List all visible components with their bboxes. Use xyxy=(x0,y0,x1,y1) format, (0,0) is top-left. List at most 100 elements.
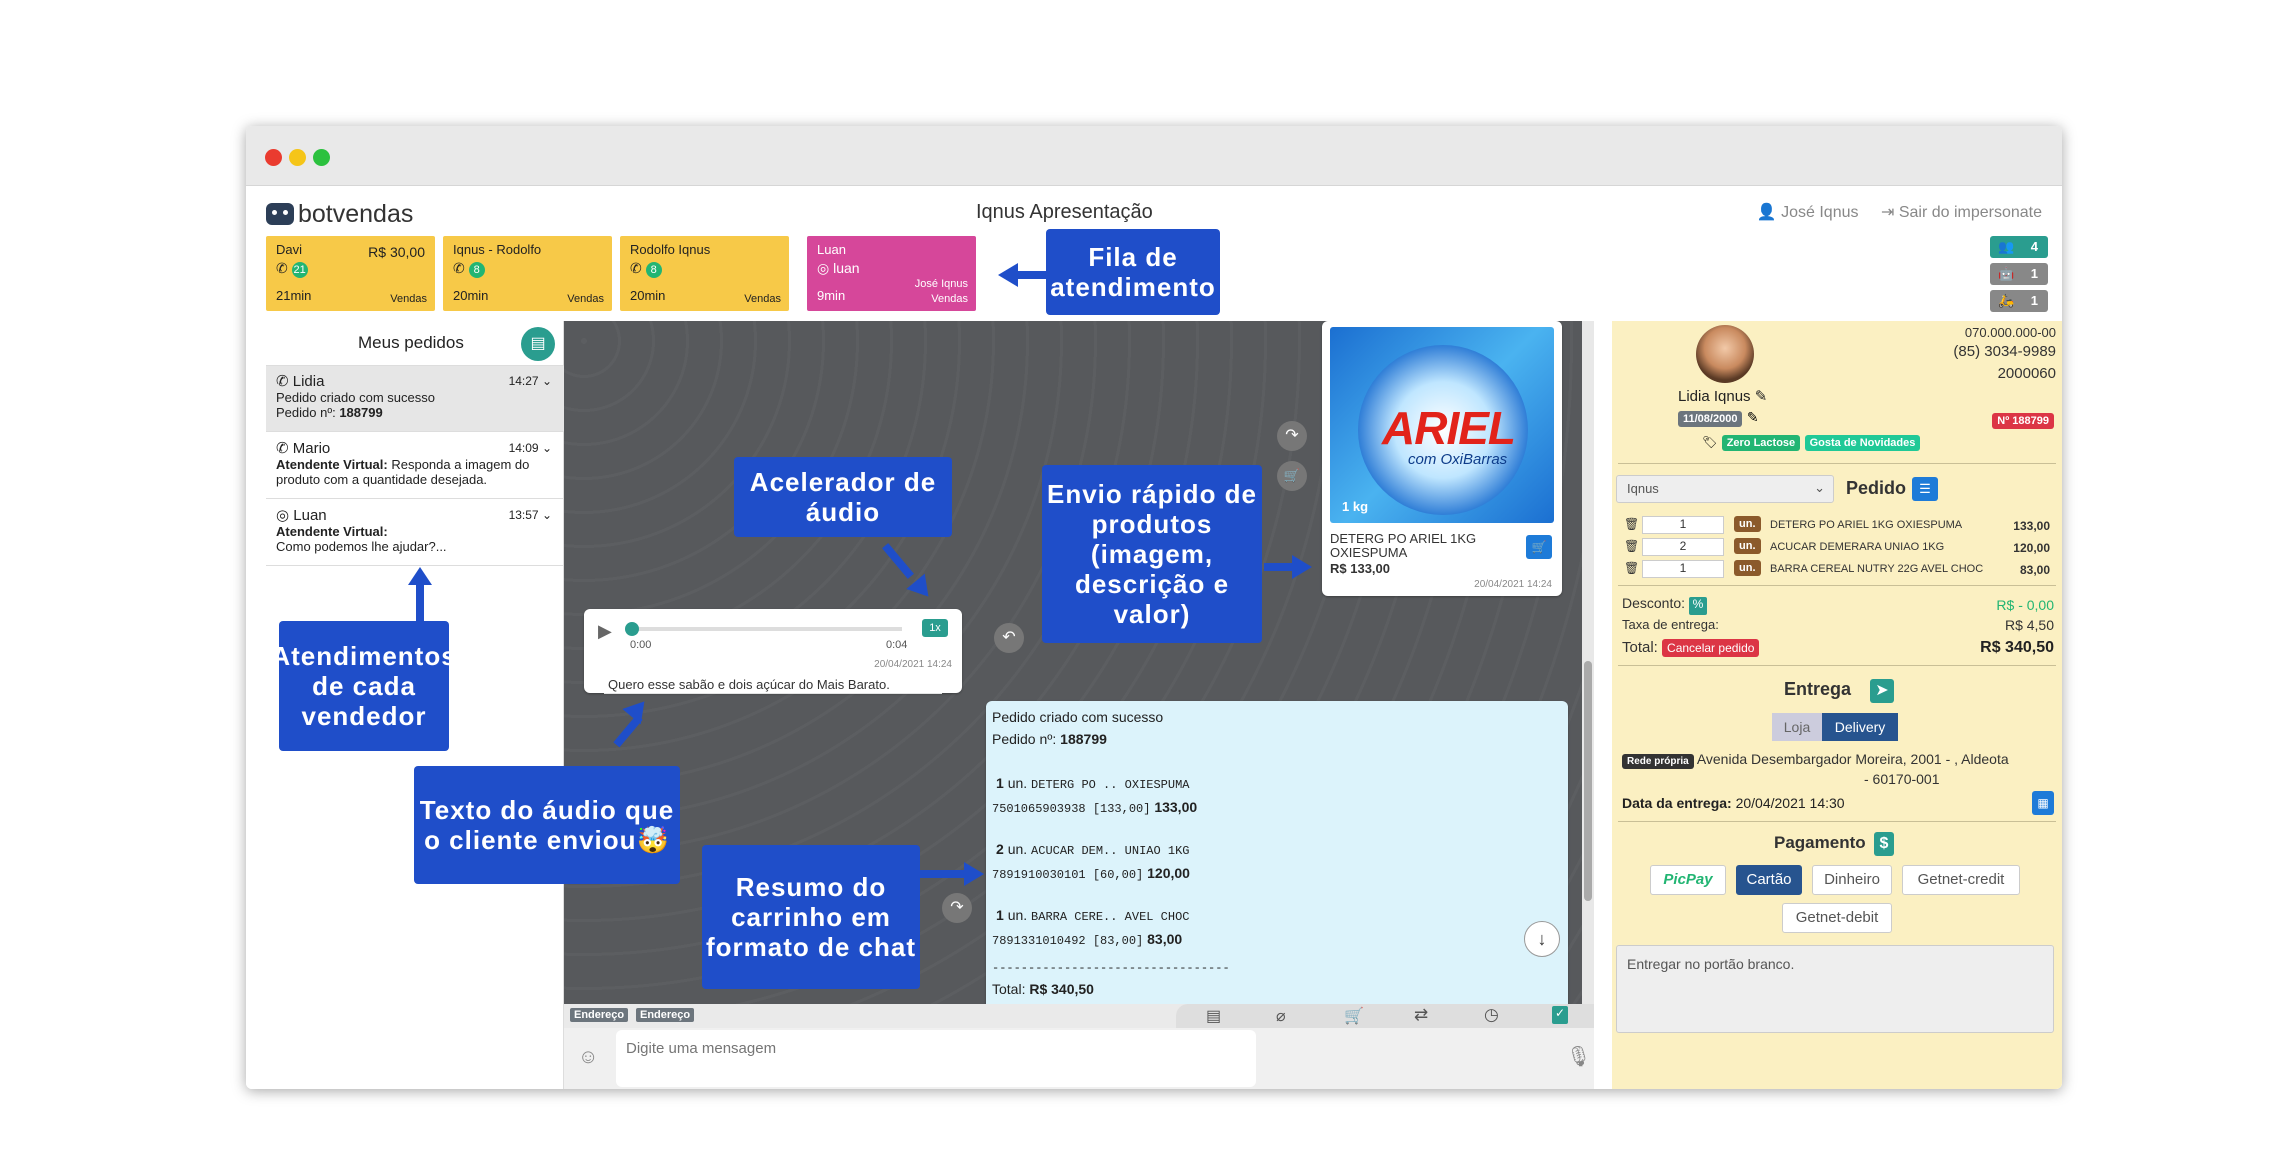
add-to-cart-icon[interactable]: 🛒 xyxy=(1526,535,1552,559)
message-input-row: ☺ 🎙 xyxy=(564,1028,1594,1089)
maximize-window-icon[interactable] xyxy=(313,149,330,166)
chevron-down-icon[interactable]: ⌄ xyxy=(542,508,552,522)
payment-picpay[interactable]: PicPay xyxy=(1650,865,1726,895)
cart-icon[interactable]: 🛒 xyxy=(1344,1006,1364,1026)
attach-icon[interactable]: ⌀ xyxy=(1276,1006,1286,1026)
message-input[interactable] xyxy=(616,1030,1256,1087)
app-window: botvendas Iqnus Apresentação 👤 José Iqnu… xyxy=(246,126,2062,1089)
address-tag[interactable]: Endereço xyxy=(570,1008,629,1022)
order-item: 🗑 2 un. ACUCAR DEMERARA UNIAO 1KG 120,00 xyxy=(1624,538,2054,558)
queue-card-luan[interactable]: Luan ◎ luan 9min José Iqnus Vendas xyxy=(807,236,976,311)
transfer-icon[interactable]: ⇄ xyxy=(1414,1005,1428,1025)
customer-panel: 070.000.000-00 (85) 3034-9989 2000060 Li… xyxy=(1612,321,2062,1089)
product-desc1: DETERG PO ARIEL 1KG xyxy=(1330,531,1477,546)
payment-cash[interactable]: Dinheiro xyxy=(1812,865,1892,895)
product-message: ARIEL com OxiBarras 1 kg DETERG PO ARIEL… xyxy=(1322,321,1562,596)
cart-icon[interactable]: 🛒 xyxy=(1277,461,1307,491)
document-icon[interactable]: ▤ xyxy=(1206,1006,1221,1026)
contact-name: Mario xyxy=(292,440,331,457)
customer-cpf: 070.000.000-00 xyxy=(1964,325,2056,340)
queue-value: R$ 30,00 xyxy=(368,244,425,260)
item-qty-input[interactable]: 2 xyxy=(1642,538,1724,556)
edit-icon[interactable]: ✎ xyxy=(1747,409,1759,425)
delivery-option-delivery[interactable]: Delivery xyxy=(1822,713,1898,741)
resumo-arrow xyxy=(920,870,966,878)
microphone-icon[interactable]: 🎙 xyxy=(1566,1044,1591,1069)
audio-transcript: Quero esse sabão e dois açúcar do Mais B… xyxy=(604,675,942,694)
summary-total-value: R$ 340,50 xyxy=(1029,981,1094,997)
user-name[interactable]: José Iqnus xyxy=(1781,204,1858,221)
send-icon[interactable]: ➤ xyxy=(1870,679,1894,703)
item-qty-input[interactable]: 1 xyxy=(1642,516,1724,534)
item-qty-input[interactable]: 1 xyxy=(1642,560,1724,578)
minimize-window-icon[interactable] xyxy=(289,149,306,166)
list-icon[interactable]: ☰ xyxy=(1912,477,1938,501)
customer-tag[interactable]: Gosta de Novidades xyxy=(1804,435,1921,451)
trash-icon[interactable]: 🗑 xyxy=(1624,539,1639,553)
counter-users[interactable]: 👥 4 xyxy=(1990,236,2048,258)
payment-card[interactable]: Cartão xyxy=(1736,865,1802,895)
chat-scrollbar[interactable] xyxy=(1582,321,1594,1004)
reply-icon[interactable]: ↶ xyxy=(994,623,1024,653)
chevron-down-icon[interactable]: ⌄ xyxy=(542,374,552,388)
conversation-luan[interactable]: ◎ Luan 13:57 ⌄ Atendente Virtual: Como p… xyxy=(266,500,564,566)
avatar[interactable] xyxy=(1696,325,1754,383)
product-image[interactable]: ARIEL com OxiBarras 1 kg xyxy=(1330,327,1554,523)
dollar-icon[interactable]: $ xyxy=(1874,832,1894,856)
item-price: 120,00 xyxy=(2013,541,2050,555)
conversation-line2: produto com a quantidade desejada. xyxy=(276,472,488,487)
audio-speed-button[interactable]: 1x xyxy=(922,619,948,637)
conversation-lidia[interactable]: ✆ Lidia 14:27 ⌄ Pedido criado com sucess… xyxy=(266,366,564,432)
order-item: 🗑 1 un. DETERG PO ARIEL 1KG OXIESPUMA 13… xyxy=(1624,516,2054,536)
queue-name: Davi xyxy=(276,242,303,257)
item-unit: un. xyxy=(1007,907,1028,923)
discount-icon[interactable]: % xyxy=(1688,597,1707,615)
conversation-mario[interactable]: ✆ Mario 14:09 ⌄ Atendente Virtual: Respo… xyxy=(266,433,564,499)
counter-value: 1 xyxy=(2030,293,2038,308)
forward-icon[interactable]: ↷ xyxy=(1277,421,1307,451)
scroll-down-icon[interactable]: ↓ xyxy=(1524,921,1560,957)
trash-icon[interactable]: 🗑 xyxy=(1624,561,1639,575)
queue-agent: José Iqnus xyxy=(914,278,968,290)
page: botvendas Iqnus Apresentação 👤 José Iqnu… xyxy=(0,0,2272,1149)
checklist-icon[interactable]: ✓ xyxy=(1552,1006,1568,1024)
chevron-down-icon[interactable]: ⌄ xyxy=(542,441,552,455)
item-total: 133,00 xyxy=(1154,799,1198,815)
edit-icon[interactable]: ✎ xyxy=(1755,388,1768,405)
queue-card-rodolfo-iqnus[interactable]: Rodolfo Iqnus ✆ 8 20min Vendas xyxy=(620,236,789,311)
total-label: Total: xyxy=(1622,639,1658,656)
queue-dept: Vendas xyxy=(390,293,427,305)
delivery-date-label: Data da entrega: xyxy=(1622,795,1732,811)
close-window-icon[interactable] xyxy=(265,149,282,166)
new-chat-icon[interactable]: ▤ xyxy=(521,327,555,361)
customer-tag[interactable]: Zero Lactose xyxy=(1721,435,1801,451)
queue-card-davi[interactable]: Davi R$ 30,00 ✆ 21 21min Vendas xyxy=(266,236,435,311)
forward-icon[interactable]: ↷ xyxy=(942,893,972,923)
payment-getnet-debit[interactable]: Getnet-debit xyxy=(1782,903,1892,933)
address-tag[interactable]: Endereço xyxy=(636,1008,695,1022)
delivery-title: Entrega xyxy=(1784,679,1852,699)
counter-delivery[interactable]: 🛵 1 xyxy=(1990,290,2048,312)
conversation-time: 14:09 xyxy=(508,441,539,455)
counter-bot[interactable]: 🤖 1 xyxy=(1990,263,2048,285)
item-total: 120,00 xyxy=(1147,865,1190,881)
delivery-option-store[interactable]: Loja xyxy=(1772,713,1822,741)
logout-link[interactable]: Sair do impersonate xyxy=(1899,204,2042,221)
trash-icon[interactable]: 🗑 xyxy=(1624,517,1639,531)
product-brand: ARIEL xyxy=(1382,402,1516,454)
annotation-fila: Fila de atendimento xyxy=(1046,229,1220,315)
queue-card-iqnus-rodolfo[interactable]: Iqnus - Rodolfo ✆ 8 20min Vendas xyxy=(443,236,612,311)
robot-icon xyxy=(266,203,294,225)
notes-textarea[interactable]: Entregar no portão branco. xyxy=(1616,945,2054,1033)
conversation-line1: Responda a imagem do xyxy=(391,457,530,472)
logo[interactable]: botvendas xyxy=(266,200,413,229)
emoji-icon[interactable]: ☺ xyxy=(578,1046,598,1069)
atendimentos-arrowhead xyxy=(408,567,432,585)
cancel-order-button[interactable]: Cancelar pedido xyxy=(1662,639,1760,657)
audio-progress[interactable] xyxy=(625,622,902,636)
clock-icon[interactable]: ◷ xyxy=(1484,1005,1499,1025)
play-icon[interactable]: ▶ xyxy=(598,621,612,642)
payment-getnet-credit[interactable]: Getnet-credit xyxy=(1902,865,2020,895)
calendar-icon[interactable]: ▦ xyxy=(2032,791,2054,815)
store-select[interactable]: Iqnus ⌄ xyxy=(1616,475,1834,503)
